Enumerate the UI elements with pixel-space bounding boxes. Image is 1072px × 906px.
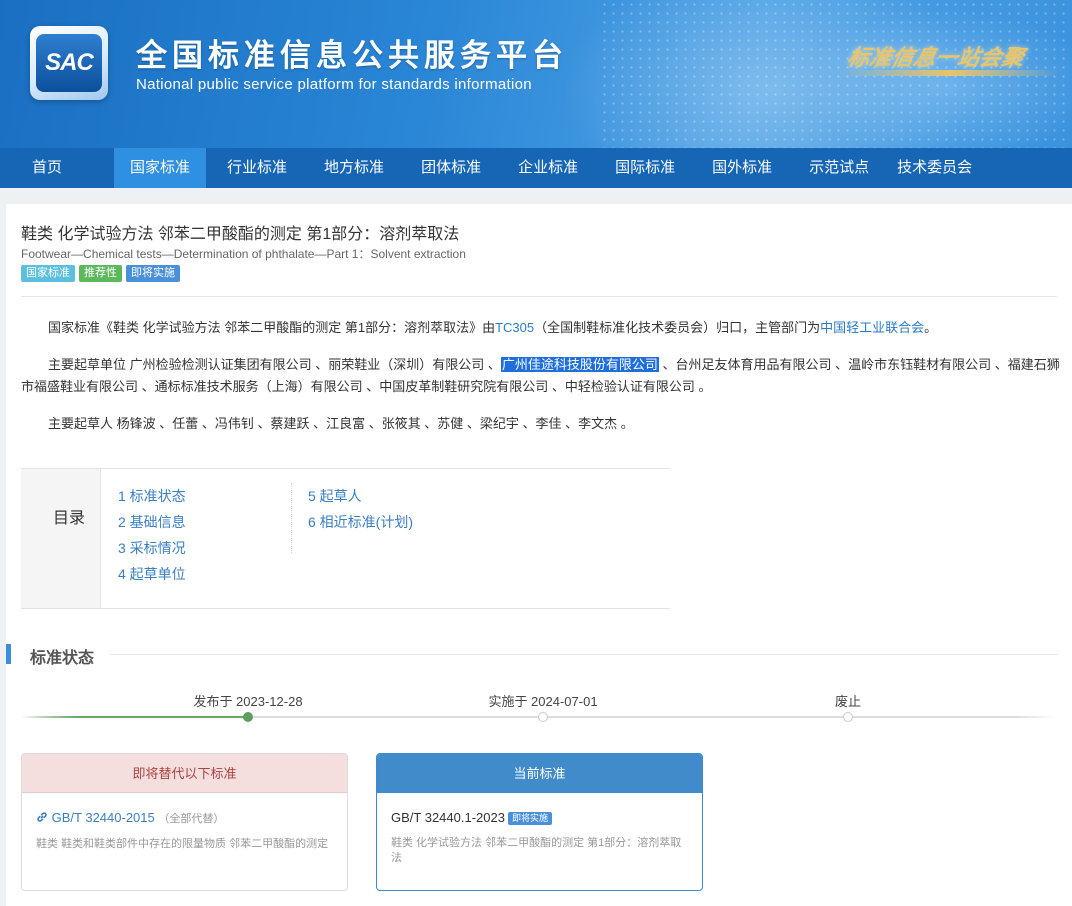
tag-upcoming: 即将实施: [126, 265, 180, 282]
nav-item-local-standards[interactable]: 地方标准: [308, 148, 400, 188]
current-standard-code: GB/T 32440.1-2023: [391, 810, 505, 825]
tag-recommended: 推荐性: [79, 265, 122, 282]
nav-item-industry-standards[interactable]: 行业标准: [211, 148, 303, 188]
current-standard-desc: 鞋类 化学试验方法 邻苯二甲酸酯的测定 第1部分：溶剂萃取法: [391, 837, 682, 864]
section-accent-bar: [6, 644, 11, 664]
toc-link-drafters[interactable]: 5 起草人: [308, 487, 413, 506]
toc-link-adoption[interactable]: 3 采标情况: [118, 539, 186, 558]
nav-item-foreign-standards[interactable]: 国外标准: [696, 148, 788, 188]
replaced-standards-box: 即将替代以下标准 GB/T 32440-2015 （全部代替） 鞋类 鞋类和鞋类…: [21, 753, 348, 891]
drafting-units-label: 主要起草单位: [48, 357, 127, 372]
nav-item-group-standards[interactable]: 团体标准: [405, 148, 497, 188]
current-standard-badge: 即将实施: [507, 812, 552, 825]
nav-item-enterprise-standards[interactable]: 企业标准: [502, 148, 594, 188]
drafters-label: 主要起草人: [48, 416, 114, 431]
section-header-status: 标准状态: [6, 643, 1058, 667]
intro-text-end: 。: [924, 320, 938, 335]
site-title: 全国标准信息公共服务平台: [136, 38, 568, 74]
timeline-dot-implemented: [538, 712, 548, 722]
drafters-list: 杨锋波 、任蕾 、冯伟钊 、蔡建跃 、江良富 、张筱其 、苏健 、梁纪宇 、李佳…: [116, 416, 634, 431]
current-standard-box: 当前标准 GB/T 32440.1-2023 即将实施 鞋类 化学试验方法 邻苯二…: [376, 753, 703, 891]
nav-item-national-standards[interactable]: 国家标准: [114, 148, 207, 188]
nav-item-home[interactable]: 首页: [0, 148, 78, 188]
replacement-note: （全部代替）: [158, 813, 225, 825]
logo-text: SAC: [45, 49, 94, 76]
tag-national: 国家标准: [21, 265, 75, 282]
slogan: 标准信息一站会聚: [844, 45, 1027, 71]
standard-tags: 国家标准 推荐性 即将实施: [21, 265, 180, 282]
toc-column-2: 5 起草人 6 相近标准(计划): [308, 487, 413, 532]
drafters-paragraph: 主要起草人 杨锋波 、任蕾 、冯伟钊 、蔡建跃 、江良富 、张筱其 、苏健 、梁…: [21, 413, 1061, 435]
section-rule: [110, 654, 1058, 655]
toc-column-separator: [291, 483, 292, 553]
timeline-label-implemented: 实施于 2024-07-01: [488, 694, 598, 709]
status-timeline: 发布于 2023-12-28 实施于 2024-07-01 废止: [21, 688, 1057, 728]
intro-paragraph: 国家标准《鞋类 化学试验方法 邻苯二甲酸酯的测定 第1部分：溶剂萃取法》由TC3…: [21, 317, 1061, 339]
replaced-standard-line: GB/T 32440-2015 （全部代替）: [36, 809, 333, 828]
nav-item-technical-committee[interactable]: 技术委员会: [881, 148, 988, 188]
timeline-label-published: 发布于 2023-12-28: [193, 694, 303, 709]
replaced-standard-desc: 鞋类 鞋类和鞋类部件中存在的限量物质 邻苯二甲酸酯的测定: [36, 838, 329, 850]
drafting-units-paragraph: 主要起草单位 广州检验检测认证集团有限公司 、丽荣鞋业（深圳）有限公司 、广州佳…: [21, 354, 1061, 398]
toc-link-status[interactable]: 1 标准状态: [118, 487, 186, 506]
timeline-dot-published: [243, 712, 253, 722]
standard-title-en: Footwear—Chemical tests—Determination of…: [21, 247, 466, 261]
main-nav: 首页 国家标准 行业标准 地方标准 团体标准 企业标准 国际标准 国外标准 示范…: [0, 148, 1072, 188]
toc-label: 目录: [53, 510, 86, 527]
toc-label-column: 目录: [21, 469, 101, 608]
timeline-dot-abolished: [843, 712, 853, 722]
nav-item-demo-pilot[interactable]: 示范试点: [793, 148, 885, 188]
tc305-link[interactable]: TC305: [495, 320, 534, 335]
link-icon: [36, 810, 52, 825]
intro-text: 国家标准《鞋类 化学试验方法 邻苯二甲酸酯的测定 第1部分：溶剂萃取法》由: [48, 320, 496, 335]
nav-item-international-standards[interactable]: 国际标准: [599, 148, 691, 188]
toc-link-basic-info[interactable]: 2 基础信息: [118, 513, 186, 532]
section-title: 标准状态: [30, 650, 95, 667]
title-divider: [21, 296, 1057, 297]
current-standard-line: GB/T 32440.1-2023 即将实施: [391, 809, 688, 827]
intro-text-middle: （全国制鞋标准化技术委员会）归口，主管部门为: [534, 320, 821, 335]
toc-link-drafting-units[interactable]: 4 起草单位: [118, 565, 186, 584]
standard-detail-card: 鞋类 化学试验方法 邻苯二甲酸酯的测定 第1部分：溶剂萃取法 Footwear—…: [6, 204, 1072, 906]
table-of-contents: 目录 1 标准状态 2 基础信息 3 采标情况 4 起草单位 5 起草人 6 相…: [21, 468, 670, 609]
replaced-standards-header: 即将替代以下标准: [22, 754, 347, 793]
drafting-units-list: 广州检验检测认证集团有限公司 、丽荣鞋业（深圳）有限公司 、: [129, 357, 501, 372]
timeline-label-abolished: 废止: [834, 694, 862, 709]
header-banner: SAC 全国标准信息公共服务平台 National public service…: [0, 0, 1072, 148]
slogan-swoosh: [840, 70, 1060, 76]
current-standard-header: 当前标准: [377, 754, 702, 793]
sac-logo-mark: SAC: [36, 34, 102, 92]
replaced-standard-link[interactable]: GB/T 32440-2015: [52, 810, 155, 825]
toc-column-1: 1 标准状态 2 基础信息 3 采标情况 4 起草单位: [118, 487, 186, 584]
standard-title: 鞋类 化学试验方法 邻苯二甲酸酯的测定 第1部分：溶剂萃取法: [21, 226, 460, 243]
department-link[interactable]: 中国轻工业联合会: [820, 320, 924, 335]
replaced-standards-body: GB/T 32440-2015 （全部代替） 鞋类 鞋类和鞋类部件中存在的限量物…: [22, 793, 347, 852]
current-standard-body: GB/T 32440.1-2023 即将实施 鞋类 化学试验方法 邻苯二甲酸酯的测…: [377, 793, 702, 866]
highlighted-unit[interactable]: 广州佳途科技股份有限公司: [500, 357, 659, 372]
site-subtitle: National public service platform for sta…: [136, 76, 532, 93]
toc-link-related-standards[interactable]: 6 相近标准(计划): [308, 513, 413, 532]
timeline-progress: [21, 716, 249, 718]
sac-logo[interactable]: SAC: [30, 26, 108, 100]
